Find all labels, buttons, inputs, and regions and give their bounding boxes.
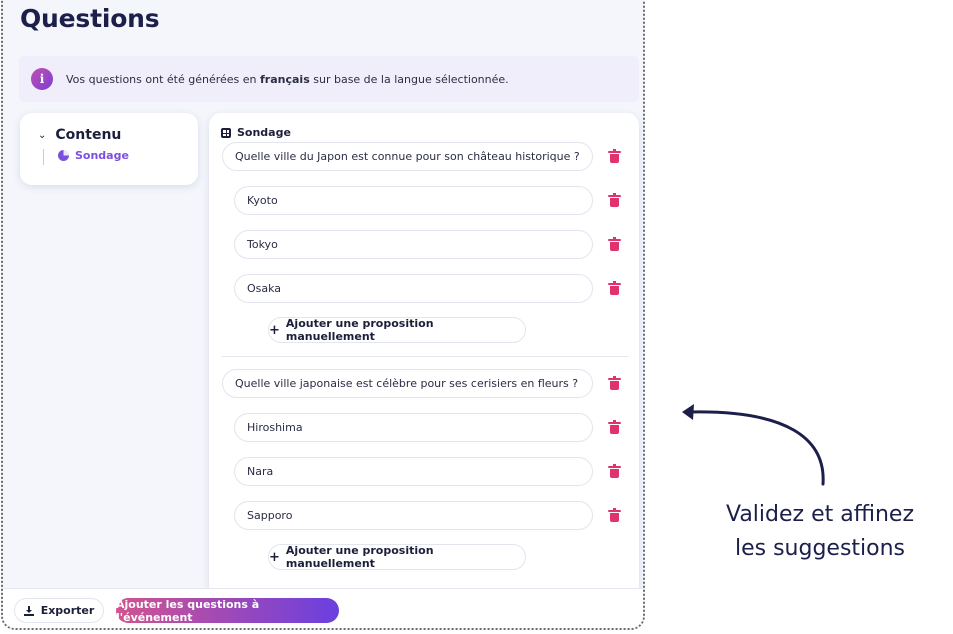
trash-icon[interactable] — [608, 193, 621, 207]
trash-icon[interactable] — [608, 508, 621, 522]
language-info-banner: i Vos questions ont été générées en fran… — [19, 56, 639, 102]
trash-icon[interactable] — [608, 464, 621, 478]
callout-caption: Validez et affinez les suggestions — [700, 498, 940, 566]
banner-text-before: Vos questions ont été générées en — [66, 72, 261, 86]
tree-section-contenu[interactable]: ⌄ Contenu — [38, 127, 121, 143]
tree-item-label: Sondage — [75, 149, 129, 162]
add-proposal-button[interactable]: + Ajouter une proposition manuellement — [268, 317, 526, 343]
tree-section-label: Contenu — [55, 127, 122, 143]
page-title: Questions — [20, 4, 160, 33]
question-input[interactable]: Quelle ville du Japon est connue pour so… — [222, 142, 593, 171]
chevron-down-icon[interactable]: ⌄ — [38, 130, 46, 141]
plus-icon: + — [269, 322, 280, 338]
add-proposal-button[interactable]: + Ajouter une proposition manuellement — [268, 544, 526, 570]
banner-text: Vos questions ont été générées en frança… — [66, 73, 509, 86]
answer-input[interactable]: Hiroshima — [234, 413, 593, 442]
add-proposal-label: Ajouter une proposition manuellement — [285, 317, 434, 343]
banner-language: français — [260, 72, 310, 86]
answer-input[interactable]: Sapporo — [234, 501, 593, 530]
pie-chart-icon — [58, 150, 69, 161]
poll-editor-panel: Sondage Quelle ville du Japon est connue… — [209, 113, 639, 628]
export-label: Exporter — [40, 604, 95, 617]
table-icon — [221, 127, 231, 138]
tree-connector — [43, 149, 44, 165]
callout-line-1: Validez et affinez — [725, 502, 915, 527]
answer-input[interactable]: Kyoto — [234, 186, 593, 215]
export-button[interactable]: Exporter — [14, 598, 104, 623]
info-icon: i — [31, 68, 53, 90]
add-questions-to-event-button[interactable]: Ajouter les questions à l'événement — [116, 597, 339, 624]
plus-icon: + — [269, 549, 280, 565]
footer-bar: Exporter Ajouter les questions à l'événe… — [3, 588, 643, 628]
curved-arrow-icon — [682, 404, 825, 486]
answer-input[interactable]: Nara — [234, 457, 593, 486]
panel-header: Sondage — [221, 126, 291, 139]
download-icon — [23, 605, 34, 616]
add-proposal-label: Ajouter une proposition manuellement — [285, 544, 434, 570]
panel-title: Sondage — [237, 126, 291, 139]
trash-icon[interactable] — [608, 420, 621, 434]
trash-icon[interactable] — [608, 281, 621, 295]
tree-item-sondage[interactable]: Sondage — [58, 149, 129, 162]
content-tree: ⌄ Contenu Sondage — [20, 113, 198, 185]
answer-input[interactable]: Osaka — [234, 274, 593, 303]
trash-icon[interactable] — [608, 149, 621, 163]
trash-icon[interactable] — [608, 237, 621, 251]
add-questions-label: Ajouter les questions à l'événement — [116, 597, 260, 624]
banner-text-after: sur base de la langue sélectionnée. — [309, 72, 509, 86]
answer-input[interactable]: Tokyo — [234, 230, 593, 259]
callout-line-2: les suggestions — [734, 536, 906, 561]
trash-icon[interactable] — [608, 376, 621, 390]
questions-window: Questions i Vos questions ont été généré… — [1, 0, 645, 630]
question-divider — [222, 356, 628, 357]
question-input[interactable]: Quelle ville japonaise est célèbre pour … — [222, 369, 593, 398]
